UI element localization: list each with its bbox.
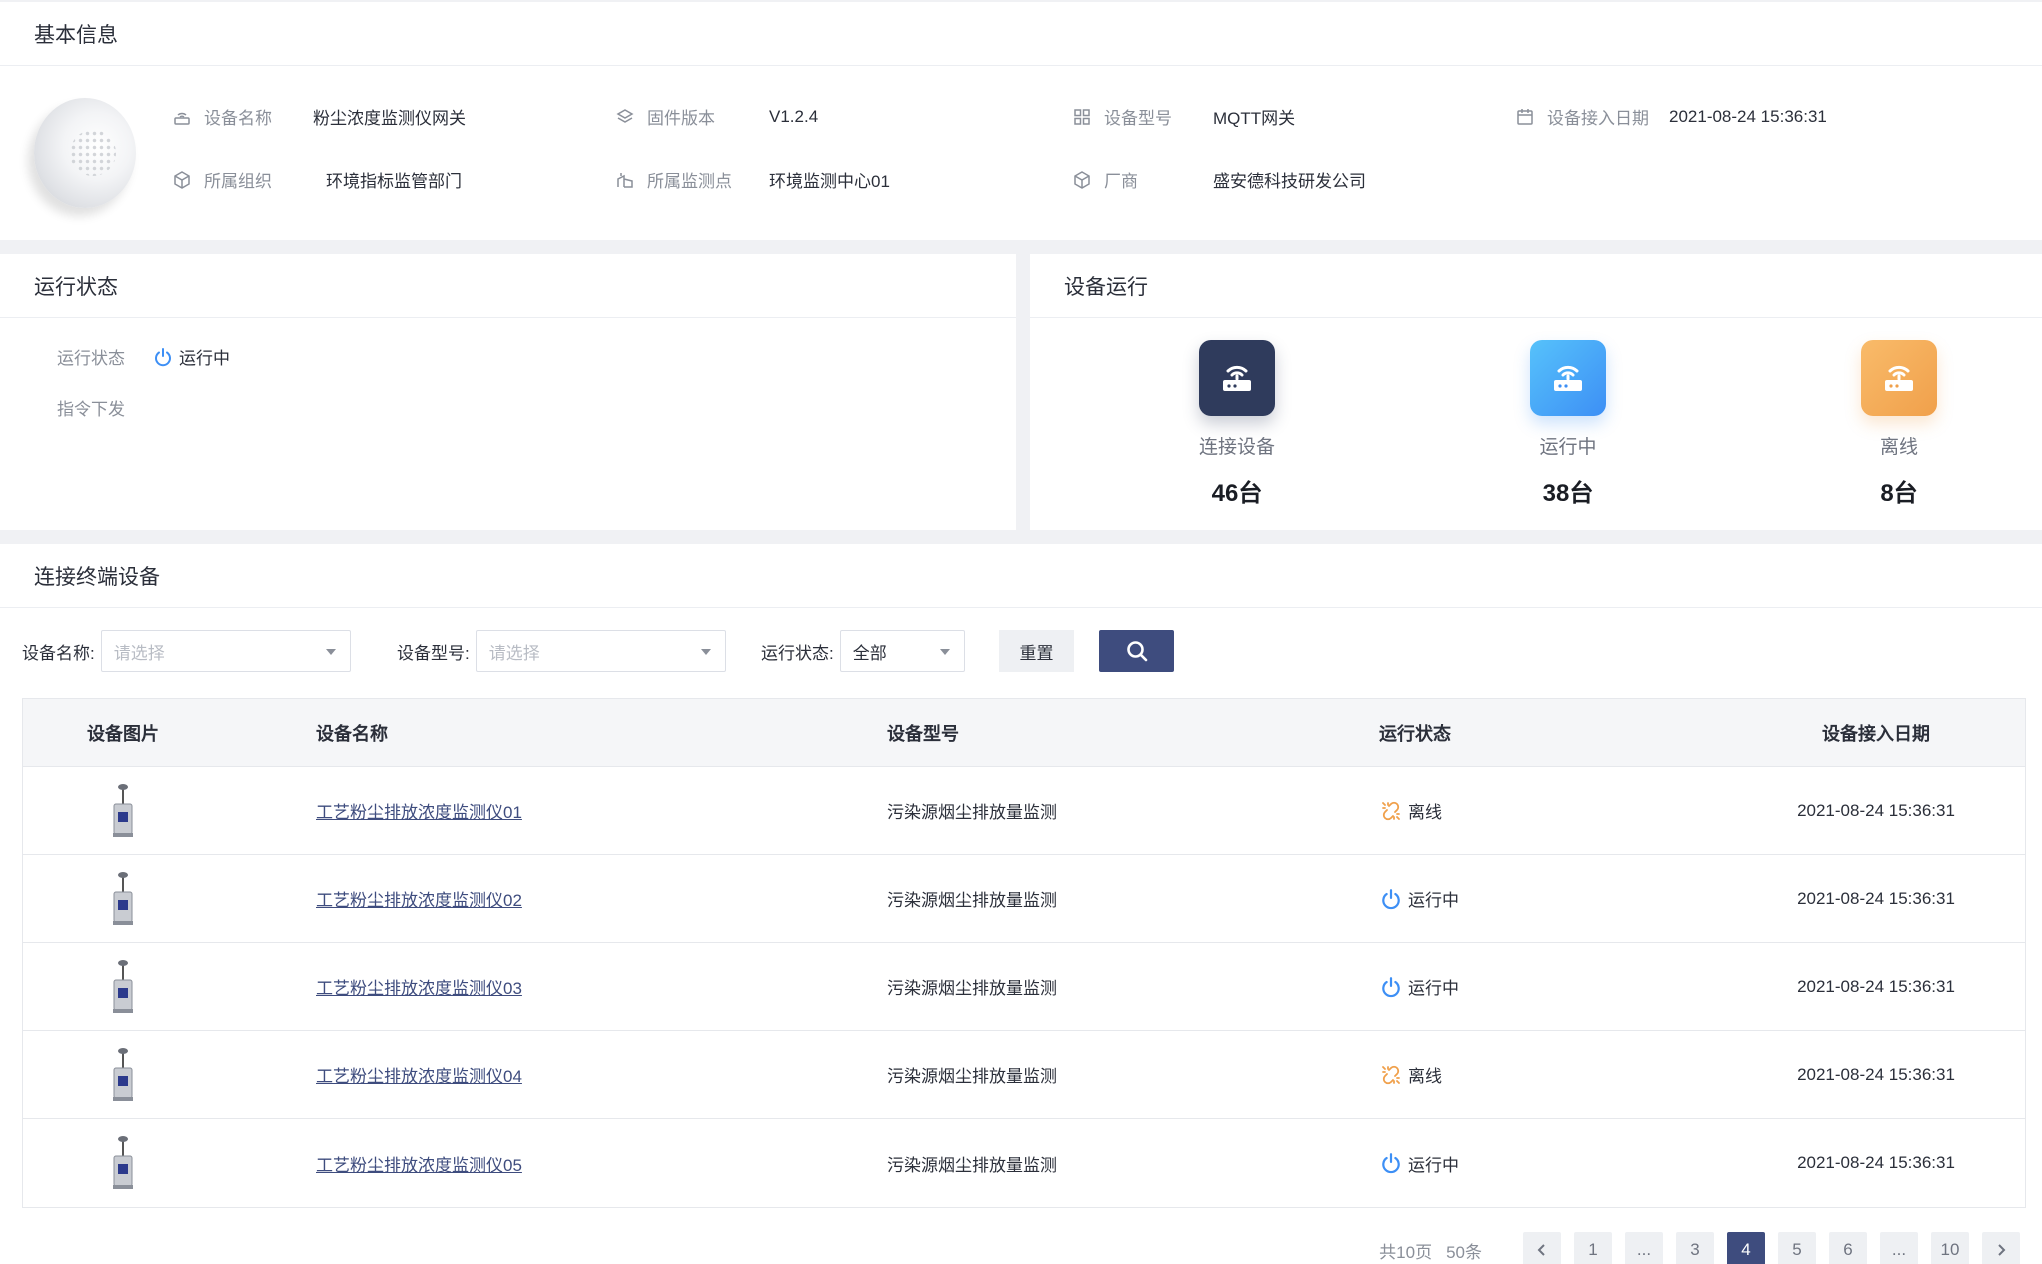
col-image: 设备图片: [87, 723, 159, 744]
page-button[interactable]: 5: [1778, 1232, 1816, 1264]
monitor-device-image: [113, 1136, 133, 1189]
basic-info-title: 基本信息: [0, 2, 2042, 66]
monitor-device-image: [113, 959, 133, 1013]
info-access-date: 设备接入日期 2021-08-24 15:36:31: [1515, 104, 1827, 129]
pagination-info: 共10页 50条: [1379, 1242, 1482, 1262]
stat-connected: 连接设备 46台: [1137, 340, 1337, 508]
terminal-devices-table: 设备图片 设备名称 设备型号 运行状态 设备接入日期 工艺粉尘排放浓度监测仪01…: [22, 698, 2026, 1208]
site-icon: [615, 170, 635, 190]
search-button[interactable]: [1099, 630, 1174, 672]
col-status: 运行状态: [1379, 723, 1451, 744]
chevron-left-icon: [1537, 1244, 1545, 1256]
monitor-device-image: [113, 783, 133, 837]
page-ellipsis[interactable]: ...: [1625, 1232, 1663, 1264]
basic-info-panel: 基本信息 设备名称 粉尘浓度监测仪网关 固件版本 V1.2.4 设备型号 MQT…: [0, 2, 2042, 240]
col-model: 设备型号: [887, 723, 959, 744]
table-header: 设备图片 设备名称 设备型号 运行状态 设备接入日期: [23, 699, 2025, 767]
router-icon: [1530, 340, 1606, 416]
device-model-select[interactable]: 请选择: [475, 630, 726, 672]
stat-running: 运行中 38台: [1468, 340, 1668, 508]
info-org: 所属组织 环境指标监管部门: [172, 167, 462, 192]
device-name-link[interactable]: 工艺粉尘排放浓度监测仪03: [316, 979, 522, 998]
table-row: 工艺粉尘排放浓度监测仪02 污染源烟尘排放量监测 运行中 2021-08-24 …: [23, 855, 2025, 943]
status-cell: 运行中: [1290, 974, 1727, 999]
filter-device-model: 设备型号: 请选择: [397, 630, 726, 672]
next-page-button[interactable]: [1982, 1232, 2020, 1264]
status-cell: 离线: [1290, 798, 1727, 823]
page-button[interactable]: 6: [1829, 1232, 1867, 1264]
run-status-title: 运行状态: [0, 254, 1016, 318]
info-vendor: 厂商 盛安德科技研发公司: [1072, 167, 1366, 192]
table-row: 工艺粉尘排放浓度监测仪03 污染源烟尘排放量监测 运行中 2021-08-24 …: [23, 943, 2025, 1031]
page-ellipsis[interactable]: ...: [1880, 1232, 1918, 1264]
power-icon: [1382, 1153, 1400, 1174]
router-icon: [172, 107, 192, 127]
device-name-link[interactable]: 工艺粉尘排放浓度监测仪01: [316, 803, 522, 822]
col-name: 设备名称: [316, 723, 388, 744]
run-status-row: 运行状态 运行中: [57, 344, 230, 369]
device-name-link[interactable]: 工艺粉尘排放浓度监测仪04: [316, 1067, 522, 1086]
unlink-icon: [1382, 1065, 1400, 1084]
router-icon: [1199, 340, 1275, 416]
power-icon: [155, 347, 171, 366]
package-icon: [1072, 170, 1092, 190]
unlink-icon: [1382, 801, 1400, 820]
monitor-device-image: [113, 1047, 133, 1101]
command-row[interactable]: 指令下发: [57, 395, 125, 420]
table-row: 工艺粉尘排放浓度监测仪01 污染源烟尘排放量监测 离线 2021-08-24 1…: [23, 767, 2025, 855]
info-device-name: 设备名称 粉尘浓度监测仪网关: [172, 104, 466, 129]
page-button[interactable]: 1: [1574, 1232, 1612, 1264]
layers-icon: [615, 107, 635, 127]
col-date: 设备接入日期: [1822, 723, 1930, 744]
device-name-select[interactable]: 请选择: [100, 630, 351, 672]
router-icon: [1861, 340, 1937, 416]
status-cell: 运行中: [1290, 886, 1727, 911]
device-run-panel: 设备运行 连接设备 46台 运行中 38台 离线 8台: [1030, 254, 2042, 530]
run-status-panel: 运行状态 运行状态 运行中 指令下发: [0, 254, 1016, 530]
device-name-link[interactable]: 工艺粉尘排放浓度监测仪05: [316, 1156, 522, 1175]
page-button[interactable]: 10: [1931, 1232, 1969, 1264]
stat-offline: 离线 8台: [1799, 340, 1999, 508]
pagination: 共10页 50条 1 ... 3 4 5 6 ... 10: [1379, 1232, 2020, 1264]
table-row: 工艺粉尘排放浓度监测仪05 污染源烟尘排放量监测 运行中 2021-08-24 …: [23, 1119, 2025, 1207]
prev-page-button[interactable]: [1523, 1232, 1561, 1264]
run-status-value: 运行中: [153, 344, 230, 369]
table-row: 工艺粉尘排放浓度监测仪04 污染源烟尘排放量监测 离线 2021-08-24 1…: [23, 1031, 2025, 1119]
power-icon: [1382, 888, 1400, 909]
device-run-title: 设备运行: [1030, 254, 2042, 318]
caret-down-icon: [939, 649, 950, 655]
grid-icon: [1072, 107, 1092, 127]
terminal-devices-title: 连接终端设备: [0, 544, 2042, 608]
run-status-select[interactable]: 全部: [839, 630, 965, 672]
caret-down-icon: [700, 649, 711, 655]
filter-device-name: 设备名称: 请选择: [22, 630, 351, 672]
search-icon: [1126, 641, 1147, 662]
reset-button[interactable]: 重置: [999, 630, 1074, 672]
page-button-current[interactable]: 4: [1727, 1232, 1765, 1264]
device-name-link[interactable]: 工艺粉尘排放浓度监测仪02: [316, 891, 522, 910]
info-firmware: 固件版本 V1.2.4: [615, 104, 818, 129]
chevron-right-icon: [1998, 1244, 2006, 1256]
filter-run-status: 运行状态: 全部: [761, 630, 965, 672]
power-icon: [1382, 976, 1400, 997]
terminal-devices-panel: 连接终端设备 设备名称: 请选择 设备型号: 请选择 运行状态: 全部 重置 设…: [0, 544, 2042, 1264]
info-site: 所属监测点 环境监测中心01: [615, 167, 890, 192]
caret-down-icon: [325, 649, 336, 655]
cube-icon: [172, 170, 192, 190]
gateway-device-image: [34, 98, 136, 208]
monitor-device-image: [113, 871, 133, 925]
info-model: 设备型号 MQTT网关: [1072, 104, 1295, 129]
status-cell: 运行中: [1290, 1151, 1727, 1176]
page-button[interactable]: 3: [1676, 1232, 1714, 1264]
calendar-icon: [1515, 107, 1535, 127]
status-cell: 离线: [1290, 1062, 1727, 1087]
